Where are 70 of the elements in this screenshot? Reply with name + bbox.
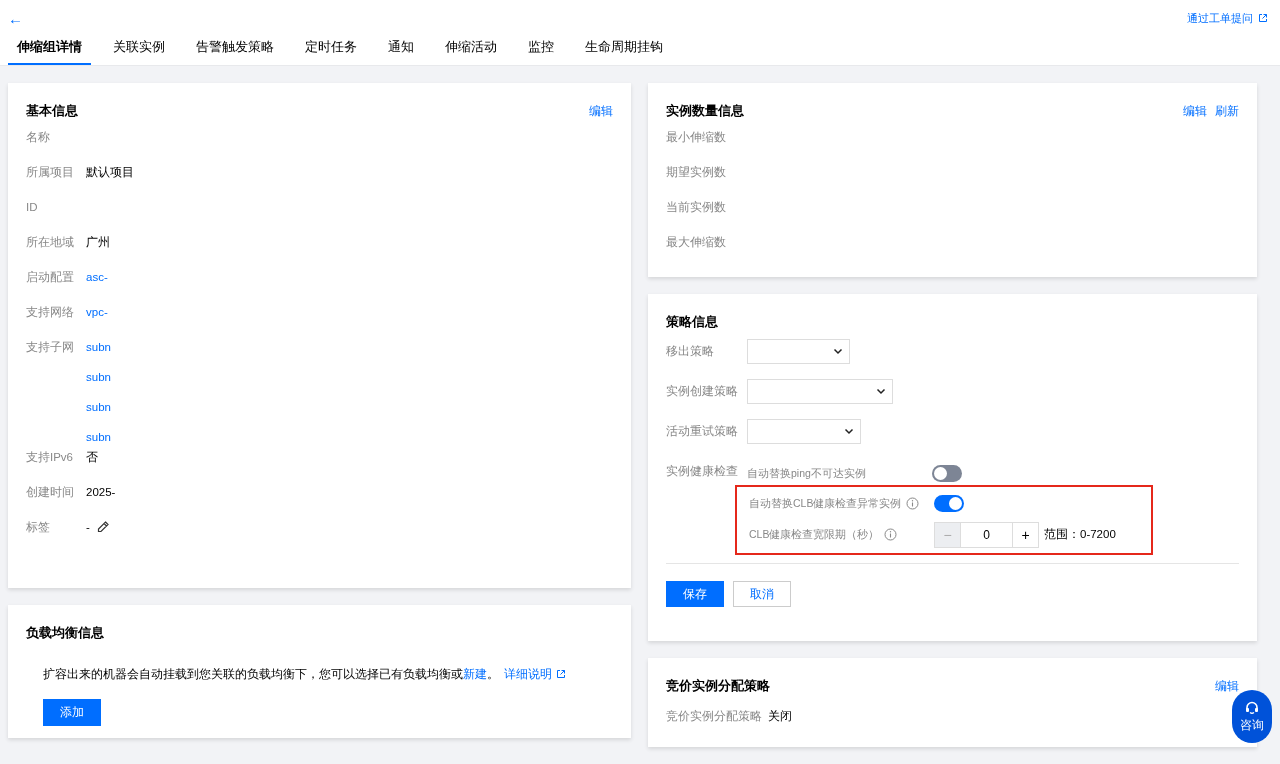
- field-label: 所在地域: [26, 235, 75, 250]
- external-link-icon: [556, 669, 566, 679]
- cancel-button[interactable]: 取消: [733, 581, 791, 607]
- docs-link[interactable]: 详细说明: [504, 666, 552, 682]
- increment-button[interactable]: +: [1012, 521, 1039, 548]
- field-label: 最大伸缩数: [666, 235, 726, 250]
- field-label: 启动配置: [26, 270, 75, 285]
- field-label: 标签: [26, 520, 51, 535]
- action-link[interactable]: 编辑: [1183, 103, 1207, 119]
- field-label: 移出策略: [666, 343, 715, 359]
- tab[interactable]: 关联实例: [104, 36, 174, 65]
- range-text: 范围：0-7200: [1044, 527, 1116, 542]
- field-value: 广州: [86, 235, 110, 250]
- field-label: 实例创建策略: [666, 383, 739, 399]
- create-link[interactable]: 新建: [463, 668, 487, 680]
- save-button[interactable]: 保存: [666, 581, 724, 607]
- add-button[interactable]: 添加: [43, 699, 101, 726]
- card-title: 负载均衡信息: [26, 624, 104, 642]
- tab[interactable]: 通知: [379, 36, 423, 65]
- field-label: 支持网络: [26, 305, 75, 320]
- field-label: 竞价实例分配策略: [666, 709, 763, 724]
- option-label: 自动替换CLB健康检查异常实例: [749, 496, 902, 511]
- field-label: ID: [26, 200, 39, 215]
- field-link[interactable]: asc-: [86, 267, 108, 287]
- field-link[interactable]: subn: [86, 337, 111, 357]
- card-title: 策略信息: [666, 313, 718, 331]
- field-label: 支持子网: [26, 340, 75, 355]
- back-button[interactable]: ←: [8, 9, 23, 27]
- tab[interactable]: 监控: [519, 36, 563, 65]
- card-title: 基本信息: [26, 102, 78, 120]
- action-link[interactable]: 刷新: [1215, 103, 1239, 119]
- card-title: 竞价实例分配策略: [666, 677, 770, 695]
- field-value: 否: [86, 450, 98, 465]
- action-link[interactable]: 编辑: [589, 103, 613, 119]
- field-link[interactable]: vpc-: [86, 302, 108, 322]
- field-label: 活动重试策略: [666, 423, 739, 439]
- external-link-icon: [1258, 13, 1268, 23]
- chevron-down-icon: [876, 386, 886, 396]
- pencil-icon[interactable]: [95, 520, 110, 534]
- headset-icon: [1244, 700, 1260, 716]
- field-value: 2025-: [86, 485, 116, 500]
- toggle-switch[interactable]: [934, 495, 964, 512]
- tab[interactable]: 告警触发策略: [187, 36, 283, 65]
- field-link[interactable]: subn: [86, 397, 111, 417]
- tab[interactable]: 生命周期挂钩: [576, 36, 672, 65]
- field-link[interactable]: subn: [86, 367, 111, 387]
- field-label: 创建时间: [26, 485, 75, 500]
- chevron-down-icon: [833, 346, 843, 356]
- field-label: 当前实例数: [666, 200, 726, 215]
- field-value: -: [86, 520, 90, 535]
- field-label: 最小伸缩数: [666, 130, 726, 145]
- field-value: 默认项目: [86, 165, 134, 180]
- field-label: 所属项目: [26, 165, 75, 180]
- card-title: 实例数量信息: [666, 102, 744, 120]
- field-link[interactable]: subn: [86, 427, 111, 447]
- chevron-down-icon: [844, 426, 854, 436]
- tab[interactable]: 伸缩活动: [436, 36, 506, 65]
- option-label: 自动替换ping不可达实例: [747, 466, 866, 481]
- field-label: 名称: [26, 130, 51, 145]
- option-label: CLB健康检查宽限期（秒）: [749, 527, 880, 542]
- description-text: 扩容出来的机器会自动挂载到您关联的负载均衡下，您可以选择已有负载均衡或新建。: [43, 667, 499, 682]
- field-label: 支持IPv6: [26, 450, 74, 465]
- consult-button[interactable]: 咨询: [1232, 690, 1272, 743]
- field-label: 实例健康检查: [666, 464, 739, 479]
- toggle-switch[interactable]: [932, 465, 962, 482]
- tab[interactable]: 定时任务: [296, 36, 366, 65]
- help-link[interactable]: 通过工单提问: [1187, 10, 1253, 26]
- field-value: 关闭: [768, 709, 792, 724]
- tab[interactable]: 伸缩组详情: [8, 36, 91, 65]
- field-label: 期望实例数: [666, 165, 726, 180]
